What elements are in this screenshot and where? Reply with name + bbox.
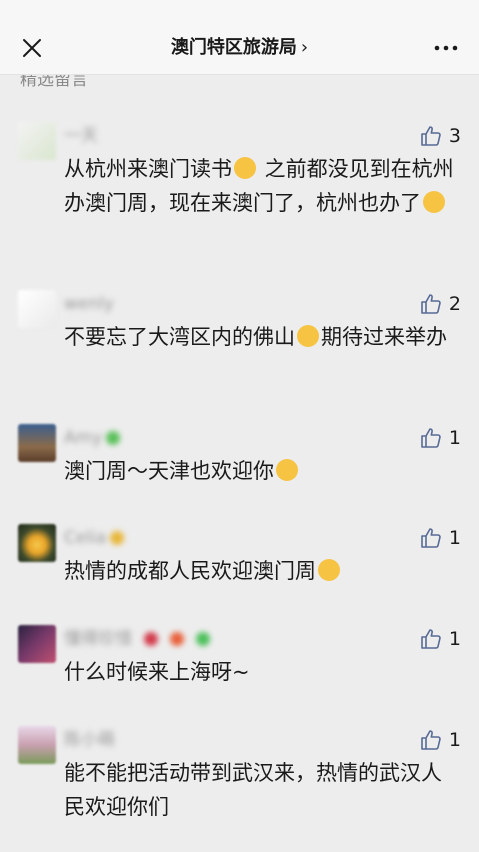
comment-text: 不要忘了大湾区内的佛山 期待过来举办 bbox=[64, 320, 454, 354]
like-count: 1 bbox=[448, 527, 461, 549]
thumbs-up-icon bbox=[421, 730, 441, 750]
like-button[interactable]: 3 bbox=[419, 122, 461, 150]
like-button[interactable]: 1 bbox=[419, 625, 461, 653]
top-bar: 澳门特区旅游局 › bbox=[0, 0, 479, 75]
like-button[interactable]: 1 bbox=[419, 424, 461, 452]
like-button[interactable]: 1 bbox=[419, 524, 461, 552]
comment-text-part: 期待过来举办 bbox=[321, 325, 447, 349]
thumbs-up-icon bbox=[421, 528, 441, 548]
avatar[interactable] bbox=[18, 625, 56, 663]
commenter-name[interactable]: Amy bbox=[64, 426, 121, 450]
avatar[interactable] bbox=[18, 524, 56, 562]
commenter-name-text[interactable]: Celia bbox=[64, 528, 106, 548]
laughing-tears-emoji-icon bbox=[234, 157, 256, 179]
thumbs-up-icon bbox=[421, 629, 441, 649]
commenter-name[interactable]: 陈小萌 bbox=[64, 728, 115, 752]
sunflower-emoji-icon bbox=[110, 531, 125, 545]
comment-text-part: 不要忘了大湾区内的佛山 bbox=[64, 325, 295, 349]
chevron-right-icon: › bbox=[300, 37, 309, 58]
account-name[interactable]: 澳门特区旅游局 bbox=[171, 37, 297, 58]
like-count: 2 bbox=[448, 293, 461, 315]
thumbs-up-icon bbox=[421, 428, 441, 448]
comment-text: 热情的成都人民欢迎澳门周 bbox=[64, 554, 454, 588]
comment-text-part: 热情的成都人民欢迎澳门周 bbox=[64, 559, 316, 583]
like-count: 1 bbox=[448, 729, 461, 751]
commenter-name[interactable]: Celia bbox=[64, 526, 125, 550]
thumbs-up-icon bbox=[421, 126, 441, 146]
avatar[interactable] bbox=[18, 290, 56, 328]
commenter-name[interactable]: wenly bbox=[64, 292, 114, 316]
leaf-emoji-icon bbox=[196, 632, 210, 646]
blush-hands-emoji-icon bbox=[276, 459, 298, 481]
comment-text: 澳门周～天津也欢迎你 bbox=[64, 454, 454, 488]
avatar[interactable] bbox=[18, 122, 56, 160]
comment-text: 能不能把活动带到武汉来，热情的武汉人民欢迎你们 bbox=[64, 761, 442, 819]
smile-emoji-icon bbox=[318, 559, 340, 581]
commenter-name-text[interactable]: 懂得珍惜 bbox=[64, 629, 132, 649]
like-count: 1 bbox=[448, 628, 461, 650]
commenter-name[interactable]: 懂得珍惜 bbox=[64, 627, 210, 651]
heart-emoji-icon bbox=[170, 632, 184, 646]
thumbs-up-icon bbox=[421, 294, 441, 314]
like-count: 3 bbox=[448, 125, 461, 147]
commenter-name[interactable]: 一天 bbox=[64, 124, 98, 148]
rose-emoji-icon bbox=[144, 632, 158, 646]
avatar[interactable] bbox=[18, 726, 56, 764]
like-button[interactable]: 1 bbox=[419, 726, 461, 754]
comment-text-part: 澳门周～天津也欢迎你 bbox=[64, 459, 274, 483]
like-count: 1 bbox=[448, 427, 461, 449]
avatar[interactable] bbox=[18, 424, 56, 462]
more-options-icon[interactable] bbox=[433, 36, 459, 60]
grin-emoji-icon bbox=[423, 191, 445, 213]
wink-kiss-emoji-icon bbox=[297, 325, 319, 347]
emoji-icon bbox=[106, 431, 121, 445]
comment-text: 什么时候来上海呀~ bbox=[64, 660, 250, 684]
page-title[interactable]: 澳门特区旅游局 › bbox=[0, 36, 479, 60]
like-button[interactable]: 2 bbox=[419, 290, 461, 318]
commenter-name-text[interactable]: Amy bbox=[64, 428, 102, 448]
comment-text-part: 从杭州来澳门读书 bbox=[64, 157, 232, 181]
comment-text: 从杭州来澳门读书 之前都没见到在杭州办澳门周，现在来澳门了，杭州也办了 bbox=[64, 152, 454, 220]
